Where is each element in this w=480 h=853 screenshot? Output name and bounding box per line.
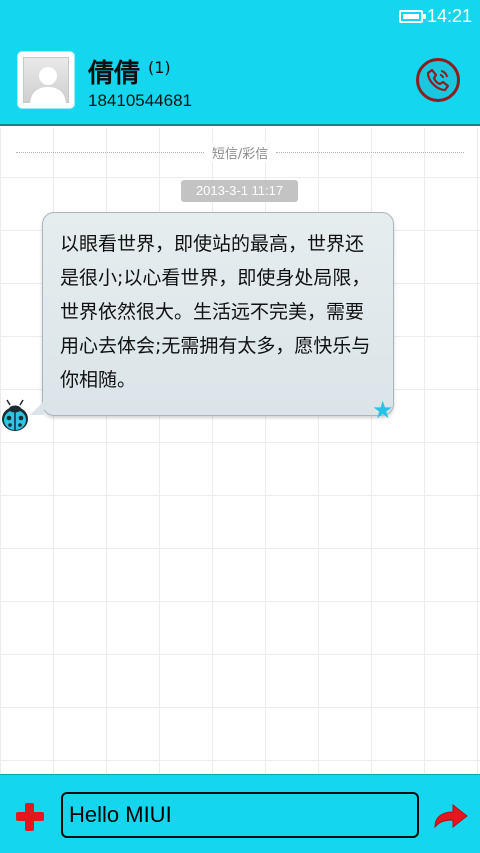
message-type-label: 短信/彩信 bbox=[203, 142, 277, 162]
incoming-message-bubble[interactable]: 以眼看世界，即使站的最高，世界还是很小;以心看世界，即使身处局限，世界依然很大。… bbox=[30, 212, 394, 416]
battery-full-icon bbox=[398, 10, 426, 23]
call-button[interactable] bbox=[416, 58, 460, 102]
message-input[interactable] bbox=[61, 792, 419, 838]
phone-call-icon bbox=[426, 68, 450, 92]
star-icon[interactable]: ★ bbox=[372, 398, 394, 422]
unread-count: (1) bbox=[148, 58, 171, 77]
status-bar: 14:21 bbox=[0, 0, 480, 33]
message-timestamp: 2013-3-1 11:17 bbox=[181, 180, 298, 202]
ladybug-icon bbox=[0, 399, 30, 433]
default-avatar-icon bbox=[23, 57, 69, 106]
add-attachment-button[interactable] bbox=[14, 801, 46, 833]
message-text: 以眼看世界，即使站的最高，世界还是很小;以心看世界，即使身处局限，世界依然很大。… bbox=[60, 233, 371, 391]
conversation-header: 倩倩 (1) 18410544681 bbox=[0, 33, 480, 126]
divider-line-right bbox=[276, 151, 465, 153]
message-type-divider: 短信/彩信 bbox=[16, 142, 465, 162]
send-button[interactable] bbox=[432, 801, 470, 831]
divider-line-left bbox=[16, 151, 204, 153]
contact-name: 倩倩 bbox=[88, 59, 141, 89]
contact-phone-number: 18410544681 bbox=[88, 91, 193, 110]
conversation-area[interactable]: 短信/彩信 2013-3-1 11:17 以眼看世界，即使站的最高，世界还是很小… bbox=[0, 128, 480, 774]
compose-bar bbox=[0, 774, 480, 853]
contact-avatar[interactable] bbox=[18, 52, 74, 108]
status-clock: 14:21 bbox=[426, 6, 472, 26]
send-arrow-icon bbox=[434, 803, 468, 829]
